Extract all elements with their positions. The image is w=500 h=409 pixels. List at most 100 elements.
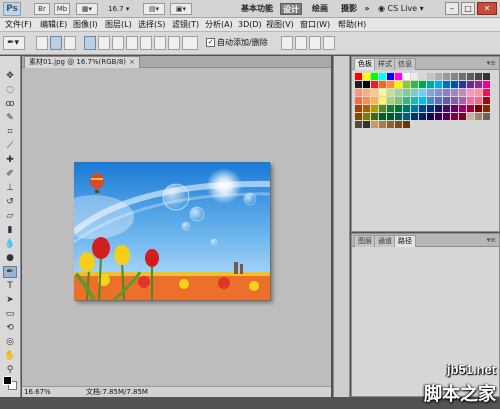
swatch[interactable]	[483, 105, 490, 112]
lasso-tool-icon[interactable]: ꝏ	[3, 98, 17, 110]
menu-view[interactable]: 视图(V)	[266, 19, 294, 31]
swatch[interactable]	[395, 121, 402, 128]
swatch[interactable]	[419, 73, 426, 80]
menu-window[interactable]: 窗口(W)	[300, 19, 330, 31]
swatch[interactable]	[411, 81, 418, 88]
shape-tool-icon[interactable]: ▭	[3, 308, 17, 320]
swatch[interactable]	[451, 89, 458, 96]
swatch[interactable]	[379, 105, 386, 112]
swatch[interactable]	[411, 113, 418, 120]
swatch[interactable]	[459, 81, 466, 88]
tab-swatches[interactable]: 色板	[354, 58, 376, 70]
path-combine-intersect-button[interactable]	[309, 36, 321, 50]
swatch[interactable]	[403, 121, 410, 128]
3d-rotate-tool-icon[interactable]: ⟲	[3, 322, 17, 334]
swatch[interactable]	[451, 73, 458, 80]
swatch[interactable]	[395, 97, 402, 104]
marquee-tool-icon[interactable]: ◌	[3, 84, 17, 96]
zoom-tool-icon[interactable]: ⚲	[3, 364, 17, 376]
swatch[interactable]	[467, 97, 474, 104]
swatch[interactable]	[459, 89, 466, 96]
auto-add-delete-checkbox[interactable]: ✓	[206, 38, 215, 47]
swatch[interactable]	[403, 73, 410, 80]
swatch[interactable]	[387, 121, 394, 128]
swatch[interactable]	[467, 113, 474, 120]
swatch[interactable]	[483, 89, 490, 96]
close-button[interactable]: ✕	[477, 2, 497, 15]
panel-menu-icon[interactable]: ▾≡	[487, 59, 496, 68]
pen-tool-button[interactable]	[84, 36, 96, 50]
arrange-documents-button[interactable]: ▤▾	[143, 3, 165, 15]
swatch[interactable]	[475, 73, 482, 80]
image-canvas[interactable]	[74, 162, 270, 300]
swatch[interactable]	[363, 113, 370, 120]
pen-tool-icon[interactable]: ✒	[3, 266, 17, 278]
clone-stamp-tool-icon[interactable]: ⊥	[3, 182, 17, 194]
path-combine-exclude-button[interactable]	[323, 36, 335, 50]
swatch[interactable]	[443, 105, 450, 112]
tab-paths[interactable]: 路径	[394, 235, 416, 247]
swatch[interactable]	[459, 73, 466, 80]
shape-layers-button[interactable]	[36, 36, 48, 50]
swatch[interactable]	[443, 89, 450, 96]
swatch[interactable]	[355, 81, 362, 88]
swatch[interactable]	[411, 97, 418, 104]
line-button[interactable]	[168, 36, 180, 50]
workspace-design[interactable]: 设计	[280, 3, 302, 15]
swatch[interactable]	[387, 81, 394, 88]
swatch[interactable]	[379, 81, 386, 88]
swatch[interactable]	[435, 97, 442, 104]
swatch[interactable]	[419, 105, 426, 112]
swatch[interactable]	[363, 73, 370, 80]
menu-edit[interactable]: 编辑(E)	[40, 19, 67, 31]
swatch[interactable]	[403, 81, 410, 88]
swatch[interactable]	[395, 105, 402, 112]
swatch[interactable]	[395, 113, 402, 120]
brush-tool-icon[interactable]: ✐	[3, 168, 17, 180]
menu-file[interactable]: 文件(F)	[5, 19, 32, 31]
swatch[interactable]	[427, 113, 434, 120]
swatch[interactable]	[435, 89, 442, 96]
swatch[interactable]	[371, 97, 378, 104]
rectangle-button[interactable]	[112, 36, 124, 50]
swatch[interactable]	[443, 97, 450, 104]
path-combine-add-button[interactable]	[281, 36, 293, 50]
healing-brush-tool-icon[interactable]: ✚	[3, 154, 17, 166]
zoom-status[interactable]: 16.67%	[24, 387, 51, 397]
menu-analysis[interactable]: 分析(A)	[205, 19, 233, 31]
swatch[interactable]	[395, 89, 402, 96]
swatch[interactable]	[483, 113, 490, 120]
maximize-button[interactable]: □	[461, 2, 475, 15]
swatch[interactable]	[467, 81, 474, 88]
swatch[interactable]	[371, 81, 378, 88]
swatch[interactable]	[435, 105, 442, 112]
ellipse-button[interactable]	[140, 36, 152, 50]
swatch[interactable]	[395, 81, 402, 88]
eraser-tool-icon[interactable]: ▱	[3, 210, 17, 222]
swatch[interactable]	[379, 113, 386, 120]
swatch[interactable]	[387, 89, 394, 96]
view-extras-button[interactable]: ▦▾	[76, 3, 98, 15]
swatch[interactable]	[475, 81, 482, 88]
fill-pixels-button[interactable]	[64, 36, 76, 50]
3d-orbit-tool-icon[interactable]: ◎	[3, 336, 17, 348]
swatch[interactable]	[443, 81, 450, 88]
swatch[interactable]	[363, 105, 370, 112]
swatch[interactable]	[459, 97, 466, 104]
move-tool-icon[interactable]: ✥	[3, 70, 17, 82]
document-tab[interactable]: 素材01.jpg @ 16.7%(RGB/8) ×	[24, 56, 140, 68]
foreground-color-swatch[interactable]	[3, 376, 12, 385]
cs-live-button[interactable]: ◉ CS Live ▾	[378, 3, 424, 15]
swatch[interactable]	[443, 113, 450, 120]
swatch[interactable]	[355, 73, 362, 80]
tool-preset-picker[interactable]: ✒▾	[3, 36, 25, 50]
swatch[interactable]	[403, 97, 410, 104]
crop-tool-icon[interactable]: ⌗	[3, 126, 17, 138]
swatch[interactable]	[459, 113, 466, 120]
swatch[interactable]	[371, 105, 378, 112]
eyedropper-tool-icon[interactable]: ⟋	[3, 140, 17, 152]
gradient-tool-icon[interactable]: ▮	[3, 224, 17, 236]
workspace-painting[interactable]: 绘画	[309, 3, 331, 15]
polygon-button[interactable]	[154, 36, 166, 50]
path-combine-subtract-button[interactable]	[295, 36, 307, 50]
